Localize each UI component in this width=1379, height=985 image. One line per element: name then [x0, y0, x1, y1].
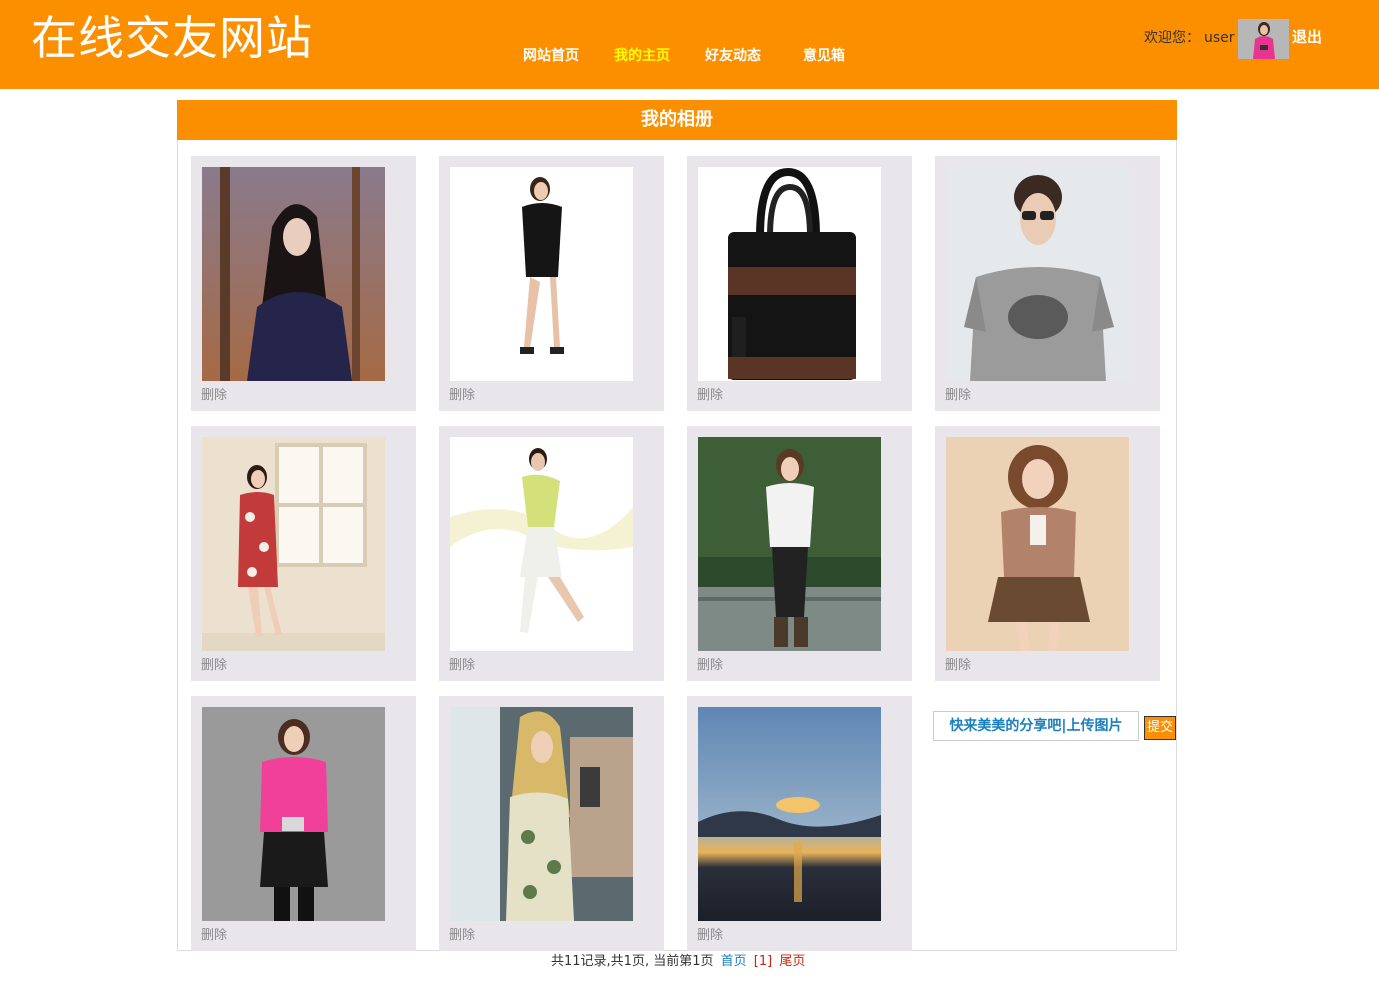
nav-home[interactable]: 网站首页: [523, 46, 579, 66]
photo-card: 删除: [687, 426, 912, 681]
photo-image[interactable]: [202, 437, 385, 651]
photo-card: 删除: [935, 156, 1160, 411]
photo-card: 删除: [687, 156, 912, 411]
logout-link[interactable]: 退出: [1292, 27, 1322, 47]
photo-card: 删除: [439, 696, 664, 951]
photo-image[interactable]: [202, 167, 385, 381]
delete-link[interactable]: 删除: [697, 927, 723, 945]
photo-card: 删除: [191, 696, 416, 951]
photo-card: 删除: [687, 696, 912, 951]
delete-link[interactable]: 删除: [449, 927, 475, 945]
delete-link[interactable]: 删除: [201, 387, 227, 405]
photo-image[interactable]: [698, 707, 881, 921]
photo-card: 删除: [439, 426, 664, 681]
photo-card: 删除: [191, 426, 416, 681]
welcome-text: 欢迎您： user: [1144, 28, 1235, 48]
delete-link[interactable]: 删除: [697, 387, 723, 405]
username: user: [1204, 30, 1235, 46]
photo-card: 删除: [191, 156, 416, 411]
photo-image[interactable]: [450, 707, 633, 921]
photo-image[interactable]: [698, 167, 881, 381]
first-page-link[interactable]: 首页: [721, 954, 747, 969]
photo-image[interactable]: [450, 437, 633, 651]
current-page-link[interactable]: [1]: [754, 954, 772, 969]
photo-card: 删除: [439, 156, 664, 411]
delete-link[interactable]: 删除: [201, 927, 227, 945]
delete-link[interactable]: 删除: [945, 387, 971, 405]
photo-image[interactable]: [450, 167, 633, 381]
upload-image-button[interactable]: 快来美美的分享吧|上传图片: [933, 711, 1139, 741]
photo-image[interactable]: [698, 437, 881, 651]
welcome-label: 欢迎您：: [1144, 30, 1200, 46]
photo-image[interactable]: [202, 707, 385, 921]
delete-link[interactable]: 删除: [697, 657, 723, 675]
photo-card: 删除: [935, 426, 1160, 681]
nav-my-homepage[interactable]: 我的主页: [614, 46, 670, 66]
last-page-link[interactable]: 尾页: [779, 954, 805, 969]
delete-link[interactable]: 删除: [945, 657, 971, 675]
photo-image[interactable]: [946, 167, 1129, 381]
avatar[interactable]: [1238, 19, 1289, 59]
pagination-summary: 共11记录,共1页, 当前第1页: [551, 954, 714, 969]
submit-button[interactable]: 提交: [1144, 716, 1176, 740]
nav-feedback-box[interactable]: 意见箱: [803, 46, 845, 66]
delete-link[interactable]: 删除: [449, 657, 475, 675]
nav-friend-updates[interactable]: 好友动态: [705, 46, 761, 66]
photo-image[interactable]: [946, 437, 1129, 651]
site-header: 在线交友网站 网站首页 我的主页 好友动态 意见箱 欢迎您： user 退出: [0, 0, 1379, 89]
album-title: 我的相册: [177, 100, 1177, 140]
main-nav: 网站首页 我的主页 好友动态 意见箱: [0, 46, 1379, 66]
pagination: 共11记录,共1页, 当前第1页 首页 [1] 尾页: [551, 953, 805, 971]
delete-link[interactable]: 删除: [201, 657, 227, 675]
delete-link[interactable]: 删除: [449, 387, 475, 405]
